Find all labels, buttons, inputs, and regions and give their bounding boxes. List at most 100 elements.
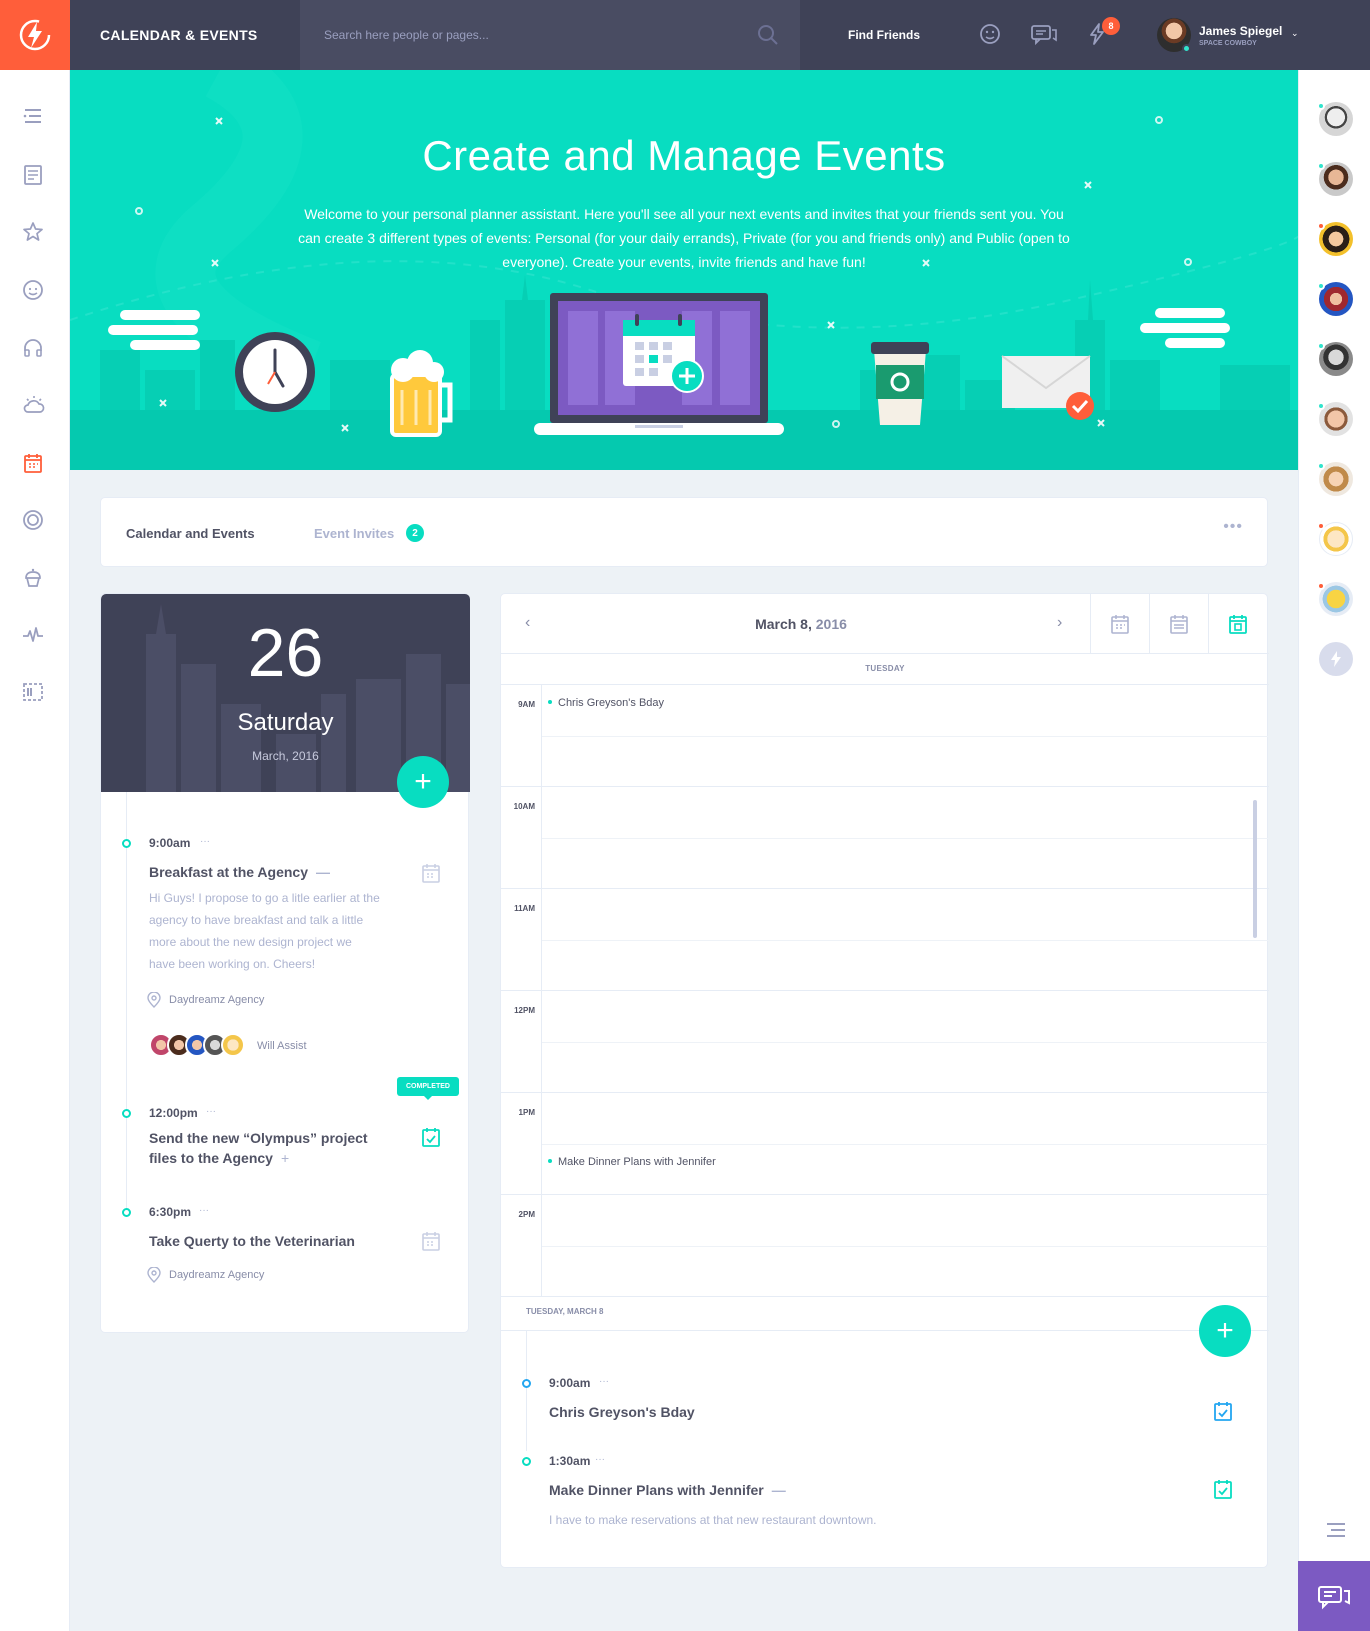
hour-label: 12PM xyxy=(514,1006,535,1015)
day-number: 26 xyxy=(247,615,324,691)
find-friends-link[interactable]: Find Friends xyxy=(848,28,920,42)
event-title[interactable]: Send the new “Olympus” project files to … xyxy=(149,1128,389,1168)
hour-gutter-line xyxy=(541,684,542,1296)
add-event-button[interactable]: + xyxy=(397,756,449,808)
calendar-week-icon xyxy=(1170,614,1188,634)
event-time: 9:00am xyxy=(149,836,191,850)
month-view-button[interactable] xyxy=(1090,594,1149,653)
calendar-card: ‹ March 8, 2016 › TUESDAY 9AM 10AM 11AM … xyxy=(500,593,1269,1568)
event-title-text: Send the new “Olympus” project files to … xyxy=(149,1130,368,1166)
manage-widgets-icon[interactable] xyxy=(21,680,45,704)
online-status-dot xyxy=(1317,102,1325,110)
friend-requests-icon[interactable] xyxy=(978,22,1002,46)
star-icon[interactable] xyxy=(21,220,45,244)
hour-row[interactable]: 2PM xyxy=(501,1194,1269,1296)
scrollbar[interactable] xyxy=(1253,800,1257,938)
online-status-dot xyxy=(1317,522,1325,530)
half-hour-line xyxy=(541,838,1269,839)
event-description: I have to make reservations at that new … xyxy=(549,1513,877,1527)
event-options-icon[interactable]: ··· xyxy=(199,1205,209,1216)
event-title[interactable]: Make Dinner Plans with Jennifer — xyxy=(549,1480,999,1500)
tab-event-invites[interactable]: Event Invites xyxy=(314,526,394,541)
friend-groups-icon[interactable] xyxy=(21,278,45,302)
calendar-event[interactable]: Make Dinner Plans with Jennifer xyxy=(548,1156,716,1168)
day-view-button[interactable] xyxy=(1208,594,1267,653)
hour-row[interactable]: 1PM xyxy=(501,1092,1269,1194)
search-input[interactable] xyxy=(300,0,800,70)
collapse-icon[interactable]: — xyxy=(316,864,330,880)
calendar-check-icon[interactable] xyxy=(1213,1478,1233,1500)
event-time: 6:30pm xyxy=(149,1205,192,1219)
user-status: SPACE COWBOY xyxy=(1199,40,1257,47)
event-location[interactable]: Daydreamz Agency xyxy=(169,1269,264,1281)
search-icon[interactable] xyxy=(757,24,779,46)
half-hour-line xyxy=(541,736,1269,737)
expand-icon[interactable]: + xyxy=(281,1150,289,1166)
event-options-icon[interactable]: ··· xyxy=(200,836,210,847)
friend-avatar[interactable] xyxy=(1319,642,1353,676)
chevron-down-icon[interactable]: ⌄ xyxy=(1291,28,1299,39)
weather-icon[interactable] xyxy=(21,393,47,417)
event-title-text: Make Dinner Plans with Jennifer xyxy=(549,1482,764,1498)
page-title: CALENDAR & EVENTS xyxy=(100,27,258,43)
newsfeed-icon[interactable] xyxy=(21,163,45,187)
calendar-check-icon[interactable] xyxy=(421,1126,441,1148)
cupcake-icon[interactable] xyxy=(21,566,45,590)
event-options-icon[interactable]: ··· xyxy=(595,1454,605,1465)
event-title-text: Breakfast at the Agency xyxy=(149,864,308,880)
hour-label: 1PM xyxy=(518,1108,535,1117)
timeline-dot xyxy=(122,1109,131,1118)
day-name: Saturday xyxy=(237,709,334,736)
calendar-icon[interactable] xyxy=(421,862,441,884)
attendee-avatar[interactable] xyxy=(221,1033,245,1057)
event-time: 9:00am xyxy=(549,1376,591,1390)
completed-badge: COMPLETED xyxy=(397,1077,459,1100)
hero-title: Create and Manage Events xyxy=(422,132,946,179)
divider xyxy=(501,1330,1269,1331)
collapse-icon[interactable]: — xyxy=(772,1482,786,1498)
right-sidebar-friends xyxy=(1298,70,1370,1631)
hour-row[interactable]: 11AM xyxy=(501,888,1269,990)
calendar-icon[interactable] xyxy=(21,451,45,475)
calendar-event[interactable]: Chris Greyson's Bday xyxy=(548,697,664,709)
location-pin-icon xyxy=(147,1267,161,1283)
week-view-button[interactable] xyxy=(1149,594,1208,653)
chat-button[interactable] xyxy=(1298,1561,1370,1631)
headphones-icon[interactable] xyxy=(21,336,45,360)
event-options-icon[interactable]: ··· xyxy=(206,1106,216,1117)
half-hour-line xyxy=(541,1246,1269,1247)
tabs-bar: Calendar and Events Event Invites 2 ••• xyxy=(100,497,1268,567)
event-title[interactable]: Chris Greyson's Bday xyxy=(549,1402,949,1422)
divider xyxy=(501,653,1269,654)
calendar-icon[interactable] xyxy=(421,1230,441,1252)
tab-calendar-and-events[interactable]: Calendar and Events xyxy=(126,526,255,541)
hour-row[interactable]: 10AM xyxy=(501,786,1269,888)
user-name[interactable]: James Spiegel xyxy=(1199,24,1282,38)
event-title[interactable]: Breakfast at the Agency — xyxy=(149,862,369,882)
calendar-month-icon xyxy=(1111,614,1129,634)
messages-icon[interactable] xyxy=(1030,22,1058,46)
calendar-year: 2016 xyxy=(815,616,847,632)
activity-icon[interactable] xyxy=(21,623,45,647)
half-hour-line xyxy=(541,1042,1269,1043)
event-title[interactable]: Take Querty to the Veterinarian xyxy=(149,1231,389,1251)
more-options-icon[interactable]: ••• xyxy=(1223,518,1243,536)
next-day-button[interactable]: › xyxy=(1057,614,1062,632)
calendar-check-icon[interactable] xyxy=(1213,1400,1233,1422)
hero-description: Welcome to your personal planner assista… xyxy=(298,206,1070,270)
community-badges-icon[interactable] xyxy=(21,508,45,532)
online-status-dot xyxy=(1182,44,1191,53)
event-location[interactable]: Daydreamz Agency xyxy=(169,994,264,1006)
will-assist-label: Will Assist xyxy=(257,1040,307,1052)
logo[interactable] xyxy=(0,0,70,70)
menu-icon[interactable] xyxy=(1325,1520,1347,1540)
hour-row[interactable]: 12PM xyxy=(501,990,1269,1092)
event-options-icon[interactable]: ··· xyxy=(599,1376,609,1387)
menu-icon[interactable] xyxy=(21,105,45,127)
add-event-button[interactable]: + xyxy=(1199,1305,1251,1357)
online-status-dot xyxy=(1317,162,1325,170)
half-hour-line xyxy=(541,940,1269,941)
hour-label: 2PM xyxy=(518,1210,535,1219)
timeline-dot xyxy=(522,1379,531,1388)
day-events-card: 26 Saturday March, 2016 + 9:00am ··· Bre… xyxy=(100,593,470,1333)
